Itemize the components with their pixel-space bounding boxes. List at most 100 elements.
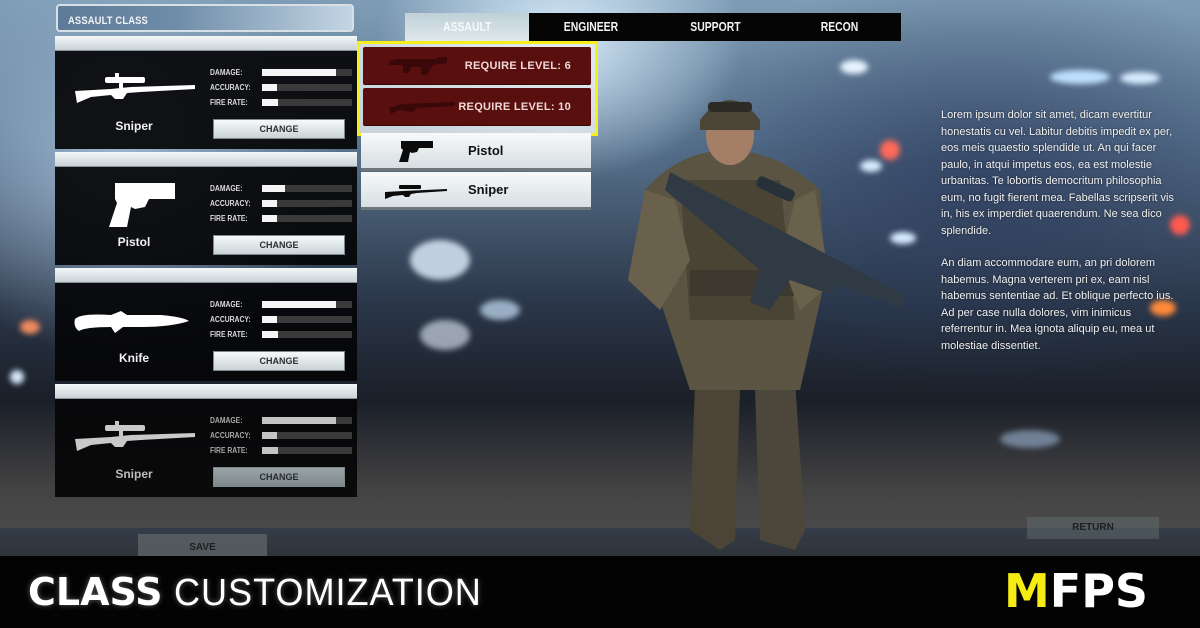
require-level-label: REQUIRE LEVEL: 6: [464, 60, 571, 72]
stat-accuracy: ACCURACY:: [210, 312, 355, 327]
bokeh-light: [420, 320, 470, 350]
bokeh-light: [20, 320, 40, 334]
stat-label: DAMAGE:: [210, 416, 243, 425]
stat-bar-fill: [262, 99, 279, 106]
locked-weapon-item[interactable]: REQUIRE LEVEL: 10: [363, 88, 591, 126]
class-title-field: ASSAULT CLASS: [56, 4, 354, 32]
sniper-rifle-icon: [385, 185, 447, 199]
stat-damage: DAMAGE:: [210, 65, 355, 80]
class-description: Lorem ipsum dolor sit amet, dicam everti…: [941, 107, 1181, 354]
description-paragraph: An diam accommodare eum, an pri dolorem …: [941, 257, 1174, 352]
shotgun-icon: [389, 102, 455, 114]
stat-bar: [262, 432, 352, 439]
bokeh-light: [1000, 430, 1060, 448]
tab-label: RECON: [820, 19, 858, 34]
slot-body: Sniper DAMAGE: ACCURACY: FIRE RATE: CHAN…: [55, 51, 357, 149]
brand-logo-rest: FPS: [1049, 564, 1149, 618]
bokeh-light: [480, 300, 520, 320]
stat-bar-fill: [262, 185, 286, 192]
stat-label: FIRE RATE:: [210, 446, 248, 455]
soldier-character: [628, 100, 905, 550]
brand-logo-accent: M: [1004, 564, 1050, 618]
slot-body: Sniper DAMAGE: ACCURACY: FIRE RATE: CHAN…: [55, 399, 357, 497]
loadout-panel: Sniper DAMAGE: ACCURACY: FIRE RATE: CHAN…: [55, 36, 357, 497]
stat-label: FIRE RATE:: [210, 98, 248, 107]
stat-bar: [262, 331, 352, 338]
stat-bar-fill: [262, 417, 336, 424]
return-button[interactable]: RETURN: [1027, 517, 1159, 539]
save-button[interactable]: SAVE: [138, 534, 267, 556]
stat-bar: [262, 301, 352, 308]
change-weapon-button[interactable]: CHANGE: [213, 119, 345, 139]
stat-bar-fill: [262, 84, 278, 91]
stat-accuracy: ACCURACY:: [210, 80, 355, 95]
slot-body: Pistol DAMAGE: ACCURACY: FIRE RATE: CHAN…: [55, 167, 357, 265]
description-paragraph: Lorem ipsum dolor sit amet, dicam everti…: [941, 109, 1174, 237]
stat-label: DAMAGE:: [210, 300, 243, 309]
stat-damage: DAMAGE:: [210, 181, 355, 196]
stat-bar: [262, 69, 352, 76]
weapon-option-sniper[interactable]: Sniper: [361, 172, 591, 210]
stat-bar: [262, 417, 352, 424]
weapon-name: Sniper: [115, 119, 153, 133]
weapon-stats: DAMAGE: ACCURACY: FIRE RATE:: [210, 297, 355, 342]
locked-weapons-group: REQUIRE LEVEL: 6 REQUIRE LEVEL: 10: [357, 41, 598, 136]
weapon-stats: DAMAGE: ACCURACY: FIRE RATE:: [210, 65, 355, 110]
weapon-option-label: Sniper: [468, 182, 509, 197]
slot-header-bar: [55, 36, 357, 51]
stat-bar-fill: [262, 301, 336, 308]
change-weapon-button[interactable]: CHANGE: [213, 235, 345, 255]
tab-support[interactable]: SUPPORT: [653, 13, 777, 41]
stat-fire-rate: FIRE RATE:: [210, 327, 355, 342]
tab-label: SUPPORT: [689, 19, 741, 34]
stat-bar-fill: [262, 331, 279, 338]
stat-bar-fill: [262, 69, 336, 76]
stat-bar-fill: [262, 200, 278, 207]
bokeh-light: [1050, 70, 1110, 84]
tab-recon[interactable]: RECON: [777, 13, 901, 41]
stat-damage: DAMAGE:: [210, 297, 355, 312]
slot-header-bar: [55, 152, 357, 167]
pistol-icon: [109, 183, 175, 227]
weapon-option-pistol[interactable]: Pistol: [361, 133, 591, 171]
stat-bar: [262, 185, 352, 192]
weapon-name: Sniper: [115, 467, 153, 481]
pistol-icon: [399, 141, 433, 162]
change-weapon-button[interactable]: CHANGE: [213, 351, 345, 371]
sniper-rifle-icon: [75, 421, 195, 451]
smg-icon: [389, 57, 447, 75]
stat-fire-rate: FIRE RATE:: [210, 95, 355, 110]
stat-bar: [262, 84, 352, 91]
stat-bar-fill: [262, 215, 278, 222]
stat-damage: DAMAGE:: [210, 413, 355, 428]
stat-fire-rate: FIRE RATE:: [210, 443, 355, 458]
tab-engineer[interactable]: ENGINEER: [529, 13, 653, 41]
stat-bar-fill: [262, 432, 278, 439]
banner-title-bold: CLASS: [28, 570, 163, 614]
stat-bar: [262, 99, 352, 106]
loadout-slot-extra: Sniper DAMAGE: ACCURACY: FIRE RATE: CHAN…: [55, 384, 357, 497]
weapon-option-label: Pistol: [468, 143, 504, 158]
bokeh-light: [1120, 72, 1160, 84]
weapon-stats: DAMAGE: ACCURACY: FIRE RATE:: [210, 181, 355, 226]
loadout-slot-secondary: Pistol DAMAGE: ACCURACY: FIRE RATE: CHAN…: [55, 152, 357, 265]
stat-fire-rate: FIRE RATE:: [210, 211, 355, 226]
change-weapon-button[interactable]: CHANGE: [213, 467, 345, 487]
class-tabs: ASSAULT ENGINEER SUPPORT RECON: [405, 13, 901, 41]
bokeh-light: [410, 240, 470, 280]
sniper-rifle-icon: [75, 73, 195, 103]
brand-logo: MFPS: [1004, 564, 1148, 618]
stat-label: ACCURACY:: [210, 83, 251, 92]
locked-weapon-item[interactable]: REQUIRE LEVEL: 6: [363, 47, 591, 85]
stat-bar: [262, 215, 352, 222]
knife-icon: [74, 311, 189, 333]
weapon-name: Knife: [119, 351, 149, 365]
stat-bar: [262, 447, 352, 454]
stat-bar: [262, 316, 352, 323]
tab-assault[interactable]: ASSAULT: [405, 13, 529, 41]
stat-label: FIRE RATE:: [210, 214, 248, 223]
footer-banner: CLASS CUSTOMIZATION MFPS: [0, 556, 1200, 628]
banner-title-light: CUSTOMIZATION: [174, 572, 482, 614]
weapon-stats: DAMAGE: ACCURACY: FIRE RATE:: [210, 413, 355, 458]
tab-label: ASSAULT: [442, 19, 492, 34]
